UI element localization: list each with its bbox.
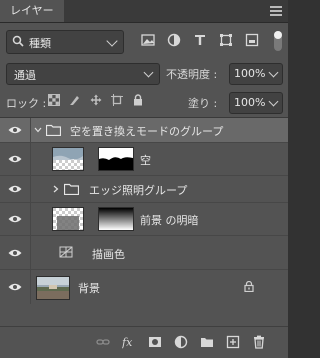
layers-panel: レイヤー 種類 通過 不透明度: 100% ロック: 塗り: 100% 空… xyxy=(0,0,288,358)
fill-label: 塗り : xyxy=(188,97,218,110)
tab-layers[interactable]: レイヤー xyxy=(0,0,64,22)
fill-layer-icon xyxy=(59,246,73,258)
layers-list: 空を置き換えモードのグループ 空 エッジ照明グループ 前景 の明暗 描画色 背景 xyxy=(0,118,288,326)
fill-value: 100% xyxy=(234,96,266,109)
new-layer-icon[interactable] xyxy=(226,335,240,349)
eye-icon[interactable] xyxy=(8,248,22,258)
eye-icon[interactable] xyxy=(8,184,22,194)
layer-name: 背景 xyxy=(78,282,100,295)
layer-thumbnail xyxy=(52,147,84,171)
layer-mask-thumbnail[interactable] xyxy=(98,147,134,171)
layer-row-foreground-lighting[interactable]: 前景 の明暗 xyxy=(0,203,288,236)
layer-thumbnail xyxy=(36,276,70,300)
eye-icon[interactable] xyxy=(8,125,22,135)
chevron-down-icon xyxy=(143,67,154,78)
layer-row-group[interactable]: 空を置き換えモードのグループ xyxy=(0,118,288,143)
fx-icon[interactable]: fx xyxy=(122,335,136,349)
opacity-label: 不透明度 : xyxy=(166,68,218,81)
fill-field[interactable]: 100% xyxy=(229,92,283,114)
lock-icons xyxy=(48,94,144,106)
layer-row-foreground-color[interactable]: 描画色 xyxy=(0,236,288,270)
add-mask-icon[interactable] xyxy=(148,335,162,349)
chevron-down-icon xyxy=(106,35,118,47)
link-layers-icon[interactable] xyxy=(96,335,110,349)
filter-smart-object-icon[interactable] xyxy=(244,32,260,48)
new-adjustment-layer-icon[interactable] xyxy=(174,335,188,349)
delete-layer-icon[interactable] xyxy=(252,335,266,349)
chevron-down-icon[interactable] xyxy=(34,126,42,134)
opacity-field[interactable]: 100% xyxy=(229,63,283,85)
folder-icon xyxy=(64,183,79,195)
filter-adjustment-layer-icon[interactable] xyxy=(166,32,182,48)
blend-mode-label: 通過 xyxy=(14,69,36,82)
new-group-icon[interactable] xyxy=(200,335,214,349)
eye-icon[interactable] xyxy=(8,282,22,292)
bottom-icons: fx xyxy=(96,335,266,349)
panel-tab-bar: レイヤー xyxy=(0,0,288,23)
layer-name: 前景 の明暗 xyxy=(140,214,199,227)
layer-name: 空 xyxy=(140,154,151,167)
visibility-cell[interactable] xyxy=(0,203,31,235)
layer-row-sky[interactable]: 空 xyxy=(0,143,288,176)
folder-icon xyxy=(46,124,61,136)
filter-toggle[interactable] xyxy=(274,31,282,51)
lock-icon xyxy=(244,281,254,292)
lock-position-icon[interactable] xyxy=(90,94,102,106)
filter-shape-layer-icon[interactable] xyxy=(218,32,234,48)
visibility-cell[interactable] xyxy=(0,236,31,269)
layer-mask-thumbnail[interactable] xyxy=(98,207,134,231)
filter-icons xyxy=(140,32,260,48)
layer-row-group-collapsed[interactable]: エッジ照明グループ xyxy=(0,176,288,203)
opacity-value: 100% xyxy=(234,67,266,80)
blend-row: 通過 不透明度 : 100% xyxy=(0,63,288,87)
lock-transparent-pixels-icon[interactable] xyxy=(48,94,60,106)
eye-icon[interactable] xyxy=(8,214,22,224)
lock-row: ロック : 塗り : 100% xyxy=(0,92,288,114)
lock-label: ロック : xyxy=(6,97,47,110)
filter-row: 種類 xyxy=(0,30,288,56)
bottom-toolbar: fx xyxy=(0,326,288,358)
eye-icon[interactable] xyxy=(8,154,22,164)
chevron-down-icon[interactable] xyxy=(268,67,279,78)
filter-kind-label: 種類 xyxy=(29,37,51,50)
layer-name: エッジ照明グループ xyxy=(89,184,188,197)
layer-row-background[interactable]: 背景 xyxy=(0,270,288,304)
blend-mode-select[interactable]: 通過 xyxy=(6,63,160,85)
chevron-down-icon[interactable] xyxy=(268,96,279,107)
svg-text:fx: fx xyxy=(122,336,133,349)
lock-artboard-icon[interactable] xyxy=(111,94,123,106)
visibility-cell[interactable] xyxy=(0,176,31,202)
visibility-cell[interactable] xyxy=(0,270,31,304)
filter-pixel-layer-icon[interactable] xyxy=(140,32,156,48)
lock-all-icon[interactable] xyxy=(132,94,144,106)
layer-name: 空を置き換えモードのグループ xyxy=(70,125,224,138)
layer-thumbnail xyxy=(52,207,84,231)
visibility-cell[interactable] xyxy=(0,143,31,175)
layer-name: 描画色 xyxy=(92,248,125,261)
search-icon xyxy=(12,35,24,47)
visibility-cell[interactable] xyxy=(0,118,31,142)
filter-kind-select[interactable]: 種類 xyxy=(6,30,124,54)
filter-type-layer-icon[interactable] xyxy=(192,32,208,48)
chevron-right-icon[interactable] xyxy=(52,185,60,193)
panel-menu-icon[interactable] xyxy=(270,4,282,16)
lock-image-pixels-icon[interactable] xyxy=(69,94,81,106)
